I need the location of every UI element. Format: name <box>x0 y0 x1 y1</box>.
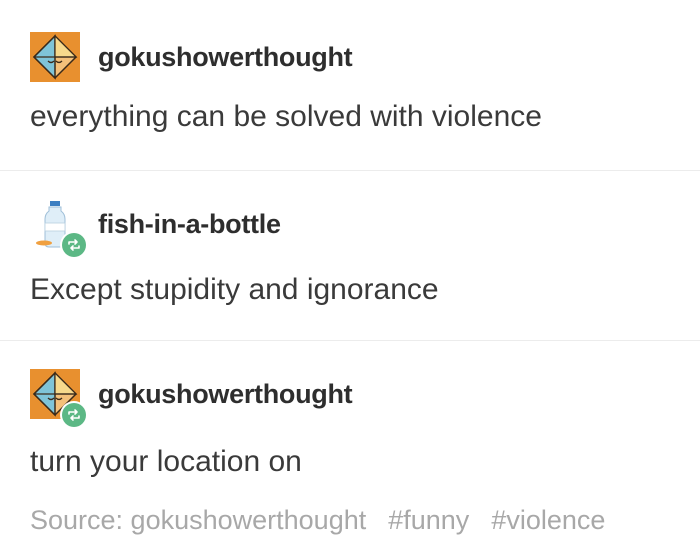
avatar[interactable] <box>30 32 80 82</box>
post-text: everything can be solved with violence <box>30 100 542 133</box>
avatar[interactable] <box>30 199 88 259</box>
username[interactable]: gokushowerthought <box>98 379 353 410</box>
post-3: gokushowerthought turn your location on … <box>0 340 700 555</box>
reblog-badge <box>60 401 88 429</box>
post-2: fish-in-a-bottle Except stupidity and ig… <box>0 170 700 341</box>
post-text: turn your location on <box>30 445 302 478</box>
post-author-row: gokushowerthought <box>30 369 353 429</box>
reblog-icon <box>68 239 80 251</box>
post-1: gokushowerthought everything can be solv… <box>0 0 700 170</box>
tag-link[interactable]: #funny <box>388 505 469 536</box>
username[interactable]: fish-in-a-bottle <box>98 209 281 240</box>
reblog-badge <box>60 231 88 259</box>
tag-link[interactable]: #violence <box>491 505 605 536</box>
username[interactable]: gokushowerthought <box>98 42 353 73</box>
prism-avatar-icon <box>30 32 80 82</box>
post-text: Except stupidity and ignorance <box>30 273 439 306</box>
source-link[interactable]: Source: gokushowerthought <box>30 505 366 536</box>
post-footer: Source: gokushowerthought #funny #violen… <box>30 505 605 536</box>
reblog-icon <box>68 409 80 421</box>
post-author-row: fish-in-a-bottle <box>30 199 281 259</box>
post-author-row: gokushowerthought <box>30 32 353 82</box>
avatar[interactable] <box>30 369 88 429</box>
